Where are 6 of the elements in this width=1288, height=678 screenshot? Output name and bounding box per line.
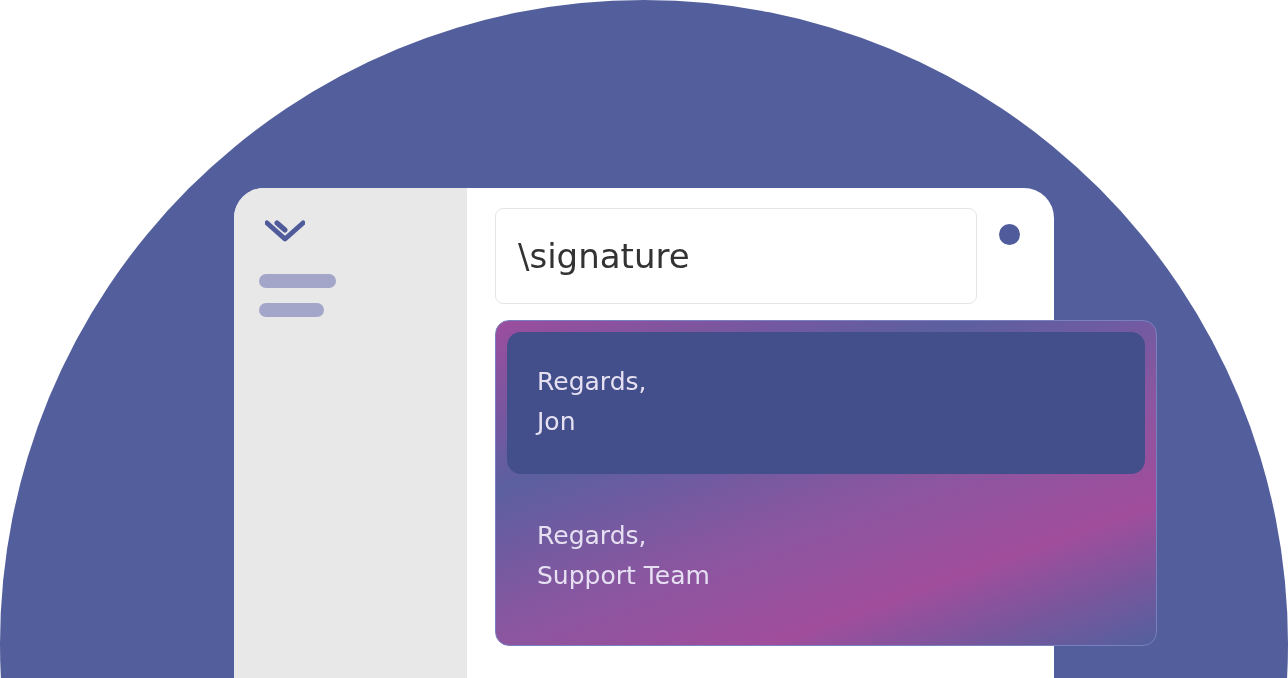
suggestion-item[interactable]: Regards, Jon [507, 332, 1145, 474]
chevron-logo-icon [265, 220, 305, 242]
status-dot [999, 224, 1020, 245]
menu-line [259, 303, 324, 317]
search-field[interactable]: \signature [495, 208, 977, 304]
suggestion-item[interactable]: Regards, Support Team [507, 474, 1145, 616]
